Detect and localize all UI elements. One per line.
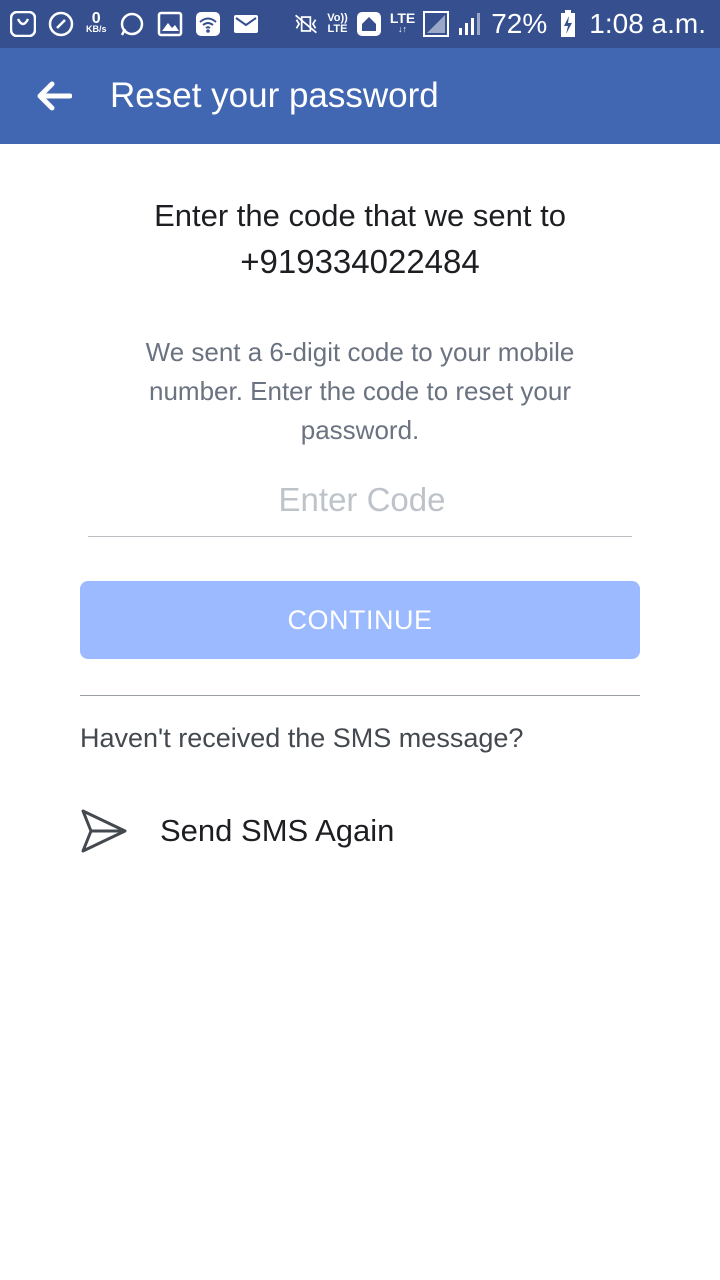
mail-icon <box>233 11 259 37</box>
vibrate-mute-icon <box>293 11 319 37</box>
send-sms-again-button[interactable]: Send SMS Again <box>78 802 578 860</box>
gallery-icon <box>157 11 183 37</box>
divider <box>80 695 640 696</box>
signal-sim1-icon <box>423 11 450 37</box>
volte-indicator: Vo)) LTE <box>327 13 348 35</box>
phone-number: +919334022484 <box>240 243 480 280</box>
whatsapp-icon <box>119 11 145 37</box>
network-speed: 0 KB/s <box>86 10 107 35</box>
back-arrow-icon <box>37 81 72 111</box>
speed-unit: KB/s <box>86 24 107 34</box>
send-icon <box>78 805 130 857</box>
battery-charging-icon <box>555 10 581 37</box>
lte-label: LTE <box>389 10 416 26</box>
continue-button[interactable]: CONTINUE <box>80 581 640 659</box>
send-sms-again-label: Send SMS Again <box>160 813 395 848</box>
call-icon <box>48 11 74 37</box>
clock: 1:08 a.m. <box>589 8 706 39</box>
volte-bottom: LTE <box>327 23 348 35</box>
code-input[interactable] <box>88 470 636 530</box>
status-bar: 0 KB/s Vo)) LTE LTE ↓↑ 72% 1:08 a.m. <box>0 0 720 48</box>
speed-value: 0 <box>91 10 101 27</box>
app-bar: Reset your password <box>0 48 720 144</box>
page-title: Reset your password <box>110 76 439 115</box>
sms-question: Haven't received the SMS message? <box>80 723 524 753</box>
back-button[interactable] <box>0 48 110 144</box>
home-icon <box>356 11 382 37</box>
instruction-heading: Enter the code that we sent to +91933402… <box>0 193 720 285</box>
signal-sim2-icon <box>457 11 483 37</box>
heading-text: Enter the code that we sent to <box>154 198 566 233</box>
saavn-icon <box>10 11 36 37</box>
battery-percent: 72% <box>491 8 548 39</box>
code-field <box>88 470 636 537</box>
lte-indicator: LTE ↓↑ <box>389 10 416 35</box>
description-text: We sent a 6-digit code to your mobile nu… <box>145 337 575 445</box>
wifi-hotspot-icon <box>195 11 221 37</box>
